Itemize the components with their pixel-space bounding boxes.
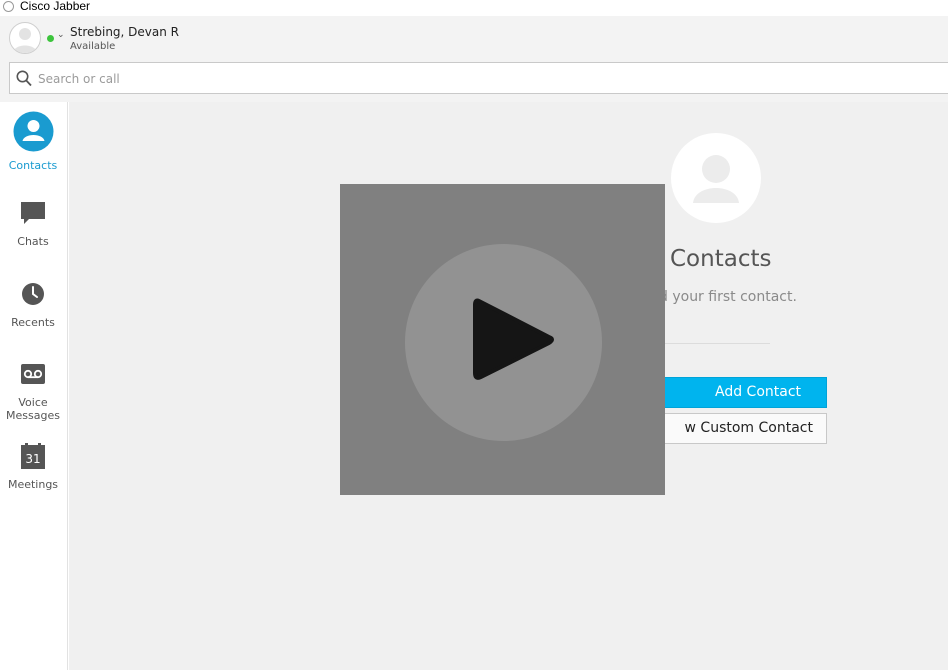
search-input[interactable]	[36, 68, 920, 90]
video-overlay[interactable]	[340, 184, 665, 495]
new-custom-contact-button[interactable]: w Custom Contact	[649, 413, 827, 444]
play-button[interactable]	[405, 244, 602, 441]
jabber-logo-icon	[3, 1, 14, 12]
sidebar-item-contacts[interactable]: Contacts	[0, 110, 66, 172]
sidebar-item-label-line2: Messages	[6, 409, 60, 422]
sidebar-item-label: Voice	[18, 396, 48, 409]
user-avatar[interactable]	[9, 22, 41, 54]
add-contact-button[interactable]: Add Contact	[649, 377, 827, 408]
presence-dot	[47, 35, 54, 42]
title-bar: Cisco Jabber	[0, 0, 948, 16]
user-status[interactable]: Available	[70, 41, 115, 52]
sidebar-item-label: Contacts	[8, 159, 58, 172]
voicemail-icon	[21, 364, 45, 384]
sidebar-item-recents[interactable]: Recents	[0, 278, 66, 329]
search-icon	[16, 70, 32, 87]
empty-state-title: Contacts	[670, 246, 772, 272]
person-icon	[13, 28, 37, 53]
contacts-icon	[13, 111, 53, 151]
calendar-day: 31	[25, 452, 40, 466]
sidebar-item-label: Meetings	[7, 478, 59, 491]
sidebar: Contacts Chats Recents Voice Messages 31…	[0, 102, 68, 670]
search-bar[interactable]	[9, 62, 948, 94]
clock-icon	[22, 283, 44, 305]
sidebar-item-voice-messages[interactable]: Voice Messages	[0, 358, 66, 422]
divider	[659, 343, 770, 344]
sidebar-item-chats[interactable]: Chats	[0, 197, 66, 248]
window-title: Cisco Jabber	[20, 0, 91, 13]
chevron-down-icon[interactable]: ⌄	[57, 30, 65, 40]
main-panel: Contacts d your first contact. Add Conta…	[69, 102, 948, 670]
sidebar-item-label: Chats	[17, 235, 49, 248]
sidebar-item-label: Recents	[11, 316, 55, 329]
empty-state-subtitle: d your first contact.	[659, 289, 797, 305]
calendar-icon: 31	[21, 443, 45, 469]
chat-icon	[21, 202, 45, 224]
play-icon	[473, 298, 554, 380]
empty-contacts-avatar	[671, 133, 761, 223]
person-icon	[693, 155, 739, 203]
sidebar-item-meetings[interactable]: 31 Meetings	[0, 440, 66, 491]
header: ⌄ Strebing, Devan R Available	[0, 16, 948, 102]
user-name: Strebing, Devan R	[70, 25, 180, 39]
